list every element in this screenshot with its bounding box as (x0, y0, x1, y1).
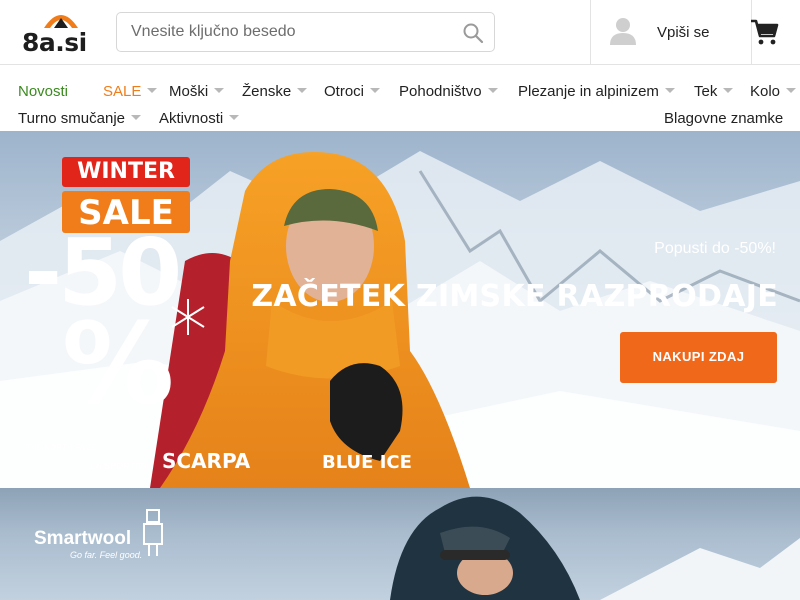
winter-badge: WINTER (62, 157, 190, 187)
nav-item-aktivnosti[interactable]: Aktivnosti (159, 110, 240, 127)
logo-text: 8a.si (22, 28, 87, 57)
cart-icon (751, 19, 779, 45)
mountain-logo-icon (44, 15, 78, 28)
chevron-down-icon (723, 88, 734, 93)
chevron-down-icon (786, 88, 797, 93)
chevron-down-icon (664, 88, 675, 93)
chevron-down-icon (297, 88, 308, 93)
nav-item-turno-smucanje[interactable]: Turno smučanje (18, 110, 141, 127)
smartwool-tagline: Go far. Feel good. (70, 550, 143, 560)
main-navigation: Novosti SALE Moški Ženske Otroci Pohodni… (0, 66, 800, 131)
nav-item-sale[interactable]: SALE (103, 83, 158, 100)
brand-logo-la-sportiva: LA SPORTIVA (90, 461, 150, 471)
brand-logo-the-north-face: THE NORTH FACE (26, 443, 97, 452)
search-input[interactable] (117, 13, 457, 51)
chevron-down-icon (487, 88, 498, 93)
nav-item-kolo[interactable]: Kolo (750, 83, 797, 100)
hero-banner[interactable]: WINTER SALE -50 % THE NORTH FACE LA SPOR… (0, 131, 800, 488)
user-icon (610, 18, 636, 45)
smartwool-mascot-icon (143, 509, 163, 556)
brand-logo-scarpa: SCARPA (162, 449, 251, 473)
login-label: Vpiši se (657, 24, 710, 41)
nav-item-blagovne-znamke[interactable]: Blagovne znamke (664, 110, 783, 127)
nav-item-plezanje[interactable]: Plezanje in alpinizem (518, 83, 675, 100)
nav-item-tek[interactable]: Tek (694, 83, 734, 100)
site-header: 8a.si Vpiši se (0, 0, 800, 65)
search-box (116, 12, 495, 52)
nav-item-pohodnistvo[interactable]: Pohodništvo (399, 83, 498, 100)
chevron-down-icon (370, 88, 381, 93)
cart-button[interactable] (751, 0, 800, 65)
nav-item-moski[interactable]: Moški (169, 83, 225, 100)
shop-now-button[interactable]: NAKUPI ZDAJ (620, 332, 777, 383)
shop-now-label: NAKUPI ZDAJ (652, 349, 745, 364)
chevron-down-icon (147, 88, 158, 93)
hero-title: ZAČETEK ZIMSKE RAZPRODAJE (251, 279, 778, 314)
search-icon[interactable] (462, 22, 484, 44)
smartwool-banner[interactable]: Smartwool Go far. Feel good. (0, 488, 800, 600)
discount-percent-sign: % (62, 300, 175, 430)
chevron-down-icon (229, 115, 240, 120)
chevron-down-icon (214, 88, 225, 93)
hero-subtitle: Popusti do -50%! (654, 240, 776, 257)
nav-item-zenske[interactable]: Ženske (242, 83, 308, 100)
smartwool-logo: Smartwool (34, 528, 132, 549)
site-logo[interactable]: 8a.si (22, 8, 102, 58)
brand-logo-blue-ice: BLUE ICE (322, 452, 412, 473)
chevron-down-icon (131, 115, 141, 120)
nav-item-otroci[interactable]: Otroci (324, 83, 381, 100)
login-button[interactable]: Vpiši se (591, 0, 751, 65)
nav-item-novosti[interactable]: Novosti (18, 83, 68, 100)
